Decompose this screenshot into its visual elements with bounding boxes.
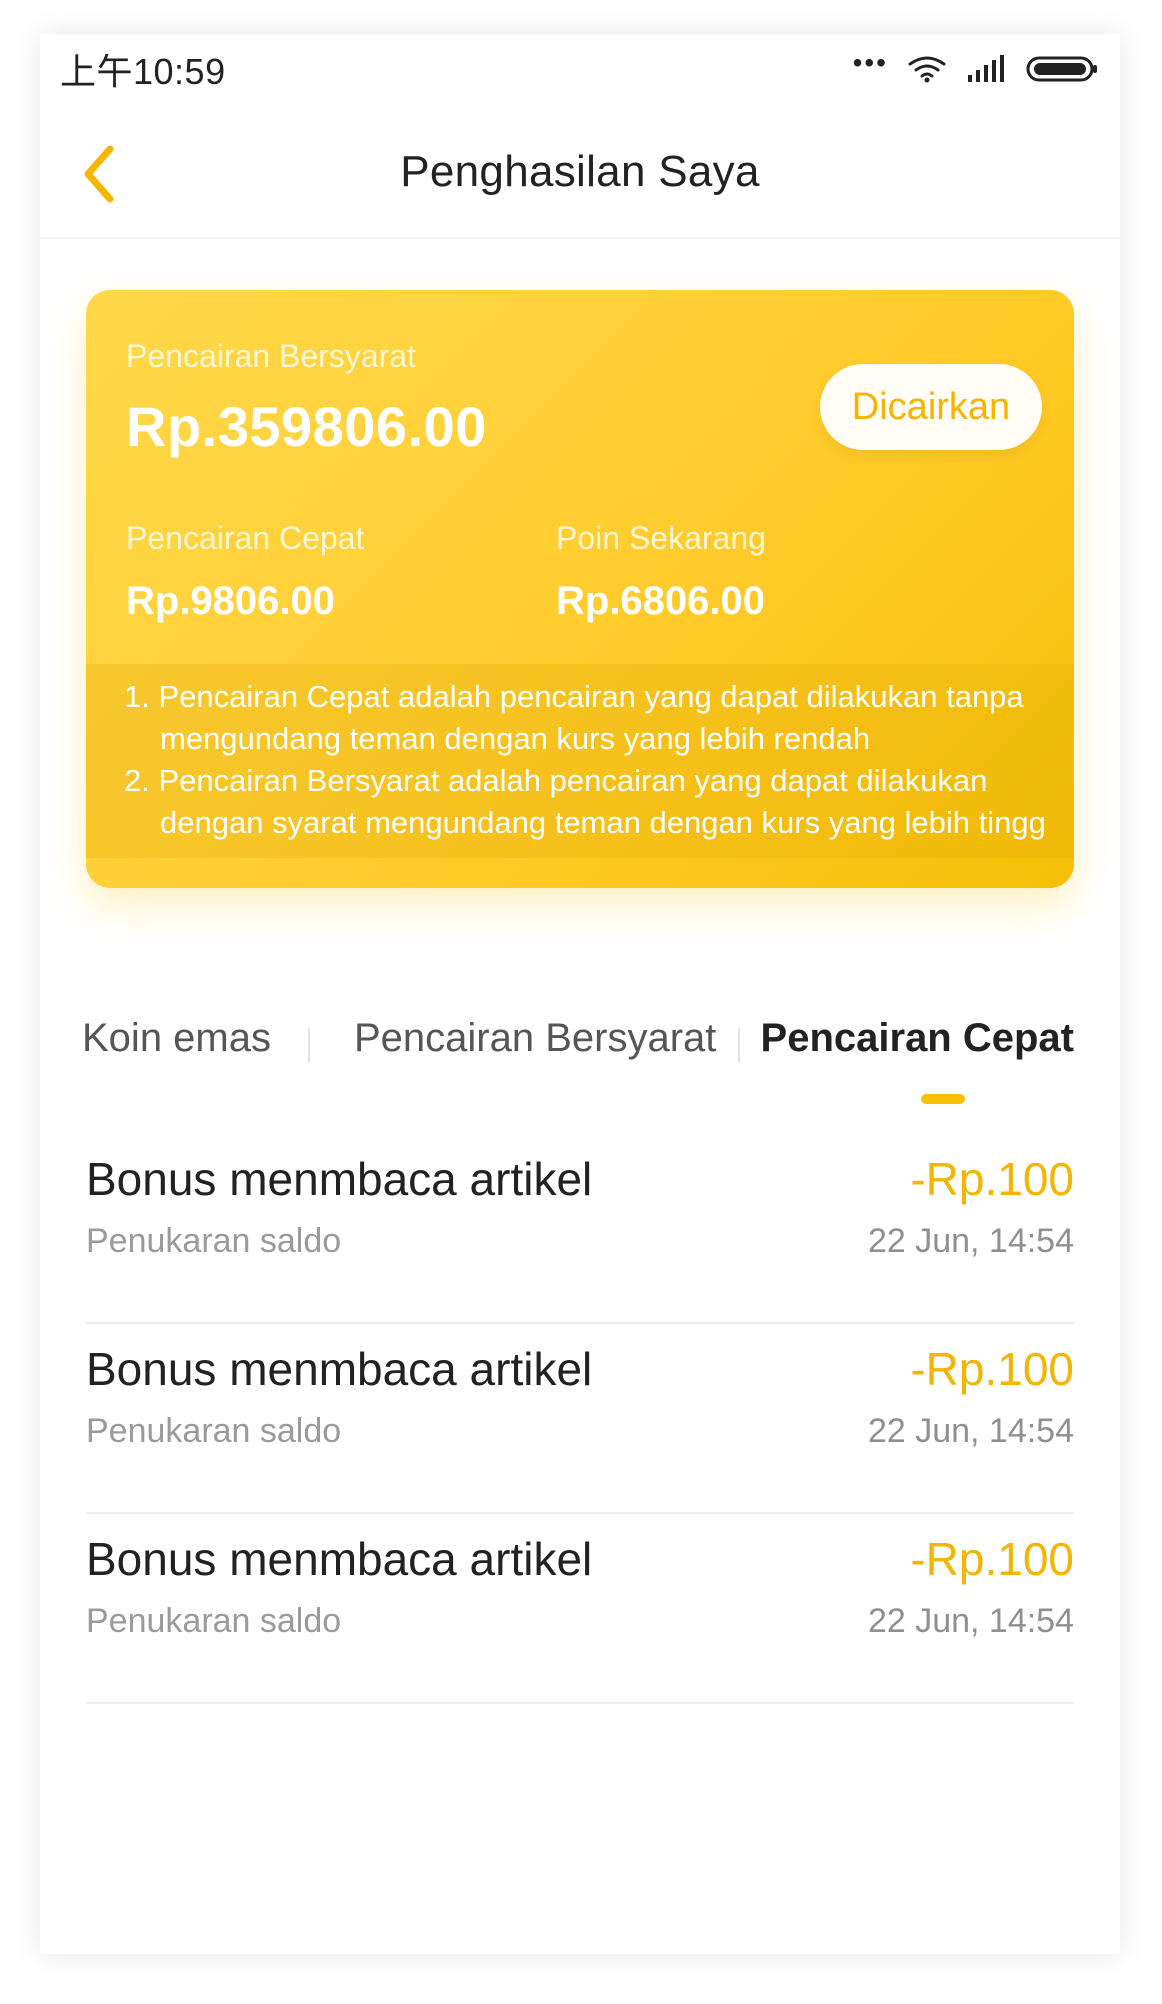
more-icon: ••• [852, 47, 888, 78]
transaction-subtitle: Penukaran saldo [86, 1602, 342, 1640]
quick-withdrawal-label: Pencairan Cepat [126, 520, 365, 556]
transaction-row[interactable]: Bonus menmbaca artikel Penukaran saldo -… [86, 1514, 1074, 1704]
transaction-amount: -Rp.100 [910, 1343, 1074, 1395]
primary-balance-amount: Rp.359806.00 [126, 395, 487, 458]
status-bar: 上午10:59 ••• [40, 34, 1120, 104]
note-line-3: 2. Pencairan Bersyarat adalah pencairan … [124, 763, 988, 798]
quick-withdrawal-block: Pencairan Cepat Rp.9806.00 [126, 520, 364, 624]
transaction-time: 22 Jun, 14:54 [867, 1602, 1074, 1640]
page-title: Penghasilan Saya [400, 146, 760, 196]
transaction-row[interactable]: Bonus menmbaca artikel Penukaran saldo -… [86, 1324, 1074, 1514]
transaction-row[interactable]: Bonus menmbaca artikel Penukaran saldo -… [86, 1134, 1074, 1324]
tab-conditional-withdrawal[interactable]: Pencairan Bersyarat [354, 1016, 716, 1061]
transaction-subtitle: Penukaran saldo [86, 1222, 342, 1260]
quick-withdrawal-amount: Rp.9806.00 [126, 579, 336, 623]
tab-divider [308, 1028, 310, 1062]
note-line-2: mengundang teman dengan kurs yang lebih … [160, 721, 871, 756]
transaction-time: 22 Jun, 14:54 [867, 1222, 1074, 1260]
tab-divider [738, 1028, 740, 1062]
tab-gold-coins[interactable]: Koin emas [82, 1016, 271, 1061]
wifi-icon [908, 56, 946, 83]
battery-icon [1026, 56, 1097, 82]
active-tab-indicator [921, 1094, 965, 1104]
history-tabs: Koin emas Pencairan Bersyarat Pencairan … [40, 1002, 1120, 1104]
withdraw-button[interactable]: Dicairkan [820, 364, 1042, 450]
transaction-title: Bonus menmbaca artikel [86, 1343, 593, 1395]
current-points-label: Poin Sekarang [556, 520, 766, 556]
card-notes: 1. Pencairan Cepat adalah pencairan yang… [86, 664, 1074, 858]
note-line-1: 1. Pencairan Cepat adalah pencairan yang… [124, 679, 1024, 714]
transaction-list: Bonus menmbaca artikel Penukaran saldo -… [86, 1134, 1074, 1704]
card-summary: Pencairan Bersyarat Rp.359806.00 Dicairk… [86, 290, 1074, 664]
app-frame: 上午10:59 ••• Penghasilan Saya Pencairan B… [40, 34, 1120, 1954]
tab-quick-withdrawal[interactable]: Pencairan Cepat [761, 1016, 1074, 1061]
transaction-title: Bonus menmbaca artikel [86, 1533, 593, 1585]
transaction-amount: -Rp.100 [910, 1153, 1074, 1205]
transaction-amount: -Rp.100 [910, 1533, 1074, 1585]
current-points-block: Poin Sekarang Rp.6806.00 [556, 520, 766, 624]
earnings-card: Pencairan Bersyarat Rp.359806.00 Dicairk… [86, 290, 1074, 888]
status-time: 上午10:59 [60, 51, 226, 92]
transaction-time: 22 Jun, 14:54 [867, 1412, 1074, 1450]
signal-icon [968, 55, 1004, 82]
current-points-amount: Rp.6806.00 [556, 579, 766, 623]
primary-balance-label: Pencairan Bersyarat [126, 338, 416, 374]
note-line-4: dengan syarat mengundang teman dengan ku… [160, 805, 1044, 840]
transaction-title: Bonus menmbaca artikel [86, 1153, 593, 1205]
transaction-subtitle: Penukaran saldo [86, 1412, 342, 1450]
status-icons: ••• [853, 49, 1100, 84]
header: Penghasilan Saya [40, 104, 1120, 239]
